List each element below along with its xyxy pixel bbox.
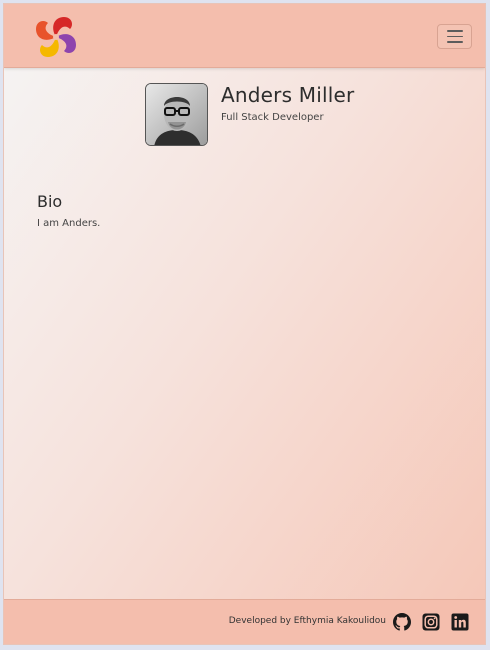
linkedin-icon[interactable]: [451, 613, 469, 631]
footer: Developed by Efthymia Kakoulidou: [4, 599, 485, 644]
hamburger-menu-icon: [446, 35, 463, 38]
footer-credit: Developed by Efthymia Kakoulidou: [228, 616, 386, 626]
profile-name: Anders Miller: [221, 83, 355, 107]
profile-photo: [145, 83, 208, 146]
navbar: [4, 4, 485, 68]
page-frame: Anders Miller Full Stack Developer Bio I…: [3, 3, 486, 645]
bio-text: I am Anders.: [37, 218, 101, 229]
profile-role: Full Stack Developer: [221, 112, 324, 123]
hamburger-menu-icon: [446, 30, 463, 32]
github-icon[interactable]: [393, 613, 411, 631]
instagram-icon[interactable]: [422, 613, 440, 631]
hamburger-menu-button[interactable]: [437, 24, 472, 49]
spiral-logo-icon[interactable]: [32, 14, 80, 60]
bio-heading: Bio: [37, 192, 63, 211]
hamburger-menu-icon: [446, 41, 463, 43]
